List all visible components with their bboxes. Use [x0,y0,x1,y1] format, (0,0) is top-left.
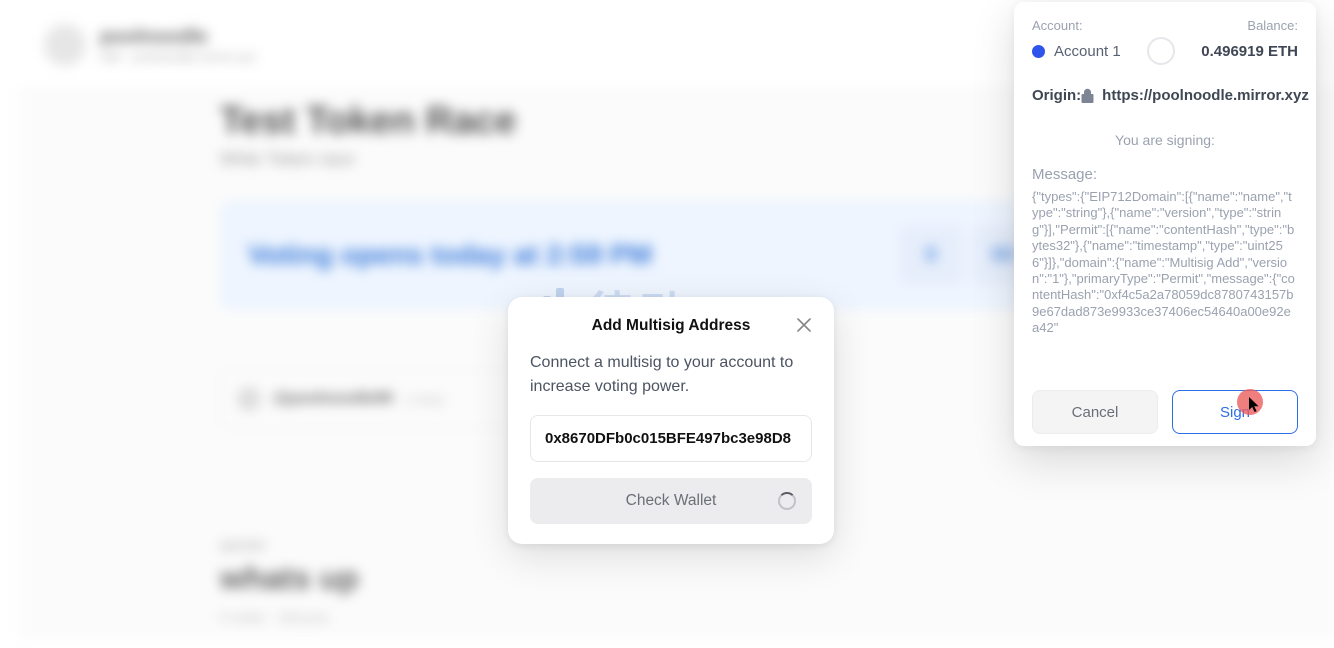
account-left: Account 1 [1032,43,1121,60]
entry-count: 1 entry [405,392,445,407]
page-title: Test Token Race [220,100,1134,143]
section-title: whats up [220,560,1134,597]
balance-label: Balance: [1247,18,1298,33]
sign-button[interactable]: Sign [1172,390,1298,434]
modal-title: Add Multisig Address [592,317,751,335]
modal-header: Add Multisig Address [530,317,812,335]
avatar [44,24,86,66]
wallet-buttons: Cancel Sign [1032,390,1298,434]
account-label: Account: [1032,18,1083,33]
message-text: {"types":{"EIP712Domain":[{"name":"name"… [1032,189,1298,336]
close-icon[interactable] [794,315,814,335]
check-wallet-label: Check Wallet [626,492,717,510]
cancel-label: Cancel [1072,404,1119,421]
add-multisig-modal: Add Multisig Address Connect a multisig … [508,297,834,544]
wallet-sign-panel: Account: Balance: Account 1 0.496919 ETH… [1014,2,1316,446]
signing-caption: You are signing: [1032,132,1298,148]
message-label: Message: [1032,166,1298,183]
wallet-account-row: Account 1 0.496919 ETH [1032,37,1298,65]
lock-icon [1081,88,1094,104]
modal-description: Connect a multisig to your account to in… [530,351,812,399]
page-subtitle: Write Token race [220,149,1134,170]
origin-label: Origin: [1032,87,1081,104]
cancel-button[interactable]: Cancel [1032,390,1158,434]
wallet-origin: Origin: https://poolnoodle.mirror.xyz [1032,87,1298,104]
voting-banner: Voting opens today at 2:59 PM 0 03 40 [220,200,1134,310]
banner-text: Voting opens today at 2:59 PM [248,239,652,271]
profile-meta: edit · poolnoodle.mirror.xyz [100,49,256,64]
chip-votes: 0 votes [220,609,265,625]
wallet-top-row: Account: Balance: [1032,18,1298,33]
stat-0: 0 [900,226,962,284]
entry-name: @poolnoodle99 [273,390,393,408]
spinner-icon [778,492,796,510]
chip-discuss: Discuss [279,609,328,625]
check-wallet-button[interactable]: Check Wallet [530,478,812,524]
account-dot-icon [1032,45,1045,58]
account-name: Account 1 [1054,43,1121,60]
section-chips: 0 votes Discuss [220,609,1134,625]
sign-label: Sign [1220,404,1250,421]
balance-value: 0.496919 ETH [1201,43,1298,60]
account-ring-icon [1147,37,1175,65]
origin-value: https://poolnoodle.mirror.xyz [1081,87,1309,104]
multisig-address-input[interactable] [530,415,812,462]
profile-name: poolnoodle [100,26,256,49]
entry-avatar [237,387,261,411]
origin-url: https://poolnoodle.mirror.xyz [1102,87,1309,104]
message-block[interactable]: Message: {"types":{"EIP712Domain":[{"nam… [1032,166,1298,376]
